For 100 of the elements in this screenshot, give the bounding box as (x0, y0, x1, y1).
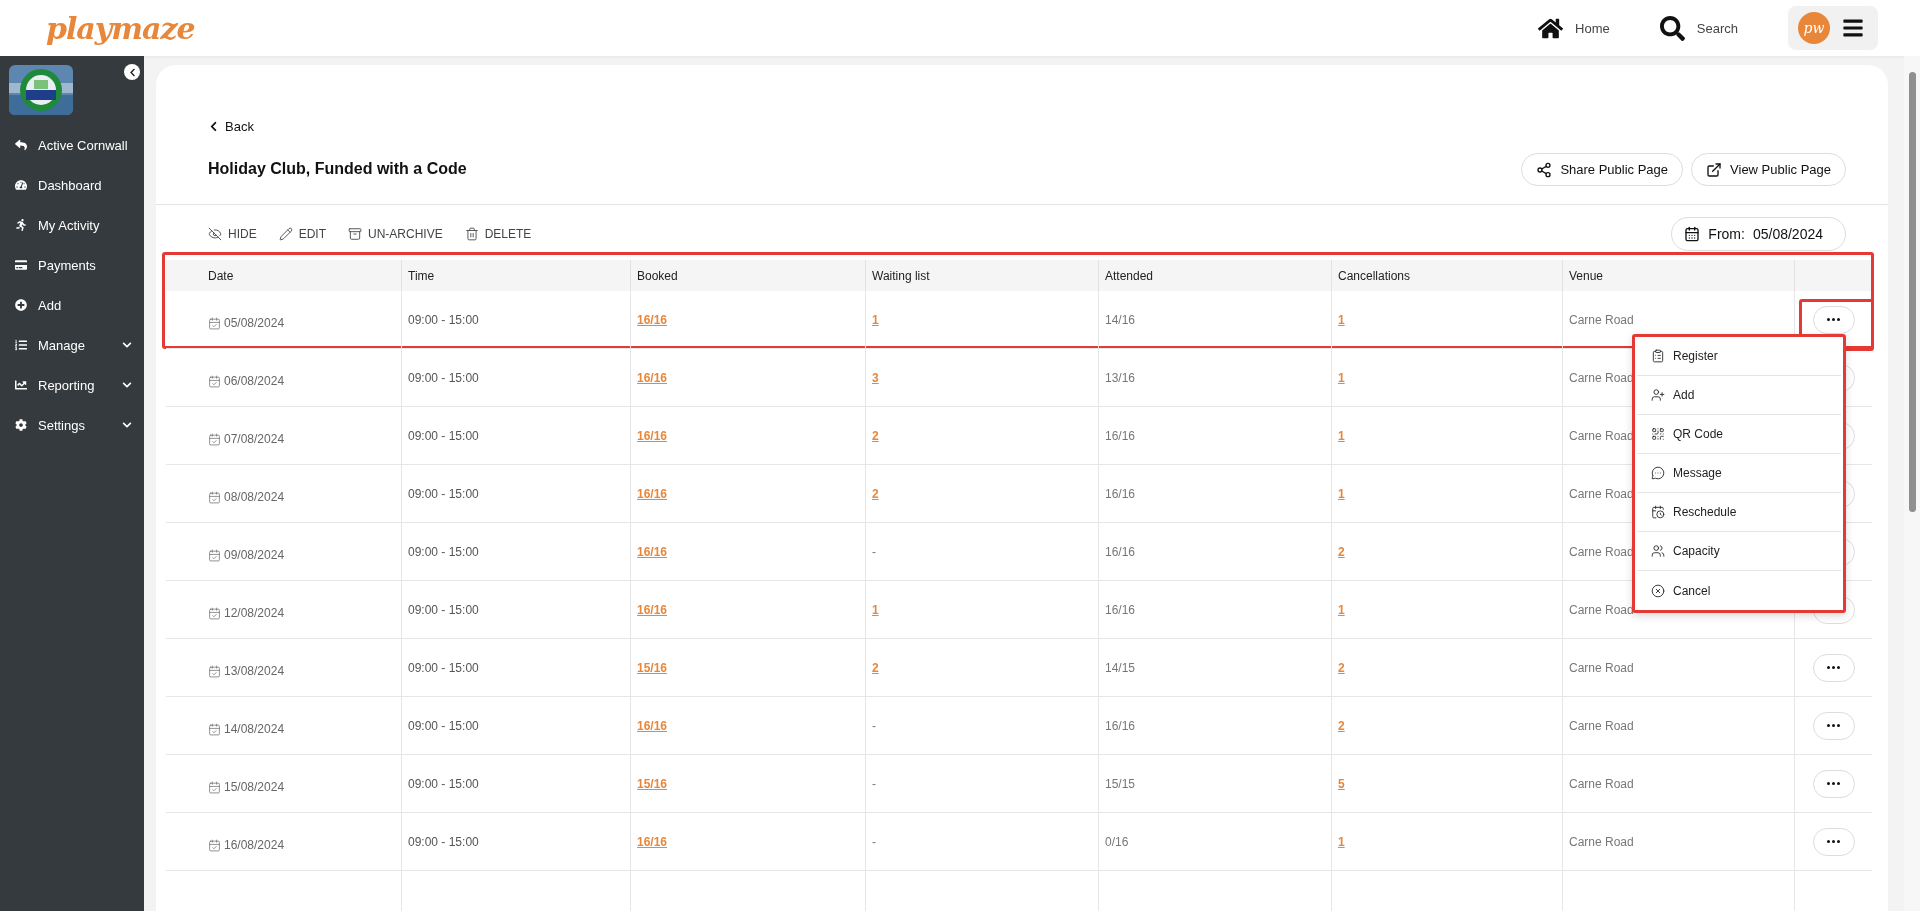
menu-item[interactable]: Message (1637, 454, 1841, 493)
menu-item[interactable]: Capacity (1637, 532, 1841, 571)
table-cell: 14/15 (1105, 660, 1136, 675)
running-person-icon (15, 219, 27, 231)
count-link[interactable]: 16/16 (637, 718, 668, 733)
count-link[interactable]: 2 (872, 428, 879, 443)
count-link[interactable]: 16/16 (637, 602, 668, 617)
nav-link[interactable]: Home (1538, 15, 1610, 41)
count-link[interactable]: 16/16 (637, 486, 668, 501)
menu-item[interactable]: Register (1637, 337, 1841, 376)
column-header: Waiting list (872, 268, 930, 283)
column-header: Attended (1105, 268, 1154, 283)
calendar-icon (208, 664, 221, 678)
count-link[interactable]: 2 (872, 486, 879, 501)
scrollbar[interactable] (1904, 56, 1920, 911)
sidebar-item[interactable]: Active Cornwall (0, 125, 144, 165)
pencil-icon (278, 226, 293, 241)
collapse-button[interactable] (124, 64, 140, 80)
logo[interactable]: playmaze (46, 10, 195, 46)
count-link[interactable]: 2 (872, 660, 879, 675)
count-link[interactable]: 1 (1338, 834, 1345, 849)
chat-bubble-icon (1651, 466, 1665, 480)
menu-item[interactable]: QR Code (1637, 415, 1841, 454)
count-link[interactable]: 15/16 (637, 660, 668, 675)
toolbar-action[interactable]: EDIT (278, 226, 326, 241)
eye-off-icon (208, 226, 222, 241)
column-header: Booked (637, 268, 678, 283)
table-cell: 09:00 - 15:00 (408, 544, 479, 559)
nav-link[interactable]: Search (1659, 15, 1738, 41)
toolbar-action[interactable]: HIDE (208, 226, 257, 241)
date-cell: 09/08/2024 (208, 547, 285, 562)
table-cell: 16/16 (1105, 602, 1136, 617)
count-link[interactable]: 1 (1338, 312, 1345, 327)
more-button[interactable] (1812, 827, 1855, 856)
sidebar-item[interactable]: Dashboard (0, 165, 144, 205)
date-cell: 14/08/2024 (208, 721, 285, 736)
external-link-icon (1706, 161, 1723, 178)
table-cell: 15/15 (1105, 776, 1136, 791)
count-link[interactable]: 1 (1338, 428, 1345, 443)
calendar-icon (208, 374, 221, 388)
calendar-icon (1684, 225, 1701, 242)
avatar: pw (1798, 12, 1830, 44)
table-cell: 16/16 (1105, 544, 1136, 559)
menu-item[interactable]: Cancel (1637, 571, 1841, 610)
table-cell: 09:00 - 15:00 (408, 486, 479, 501)
date-filter[interactable]: From: 05/08/2024 (1671, 216, 1846, 251)
close-circle-icon (1651, 583, 1665, 598)
count-link[interactable]: 2 (1338, 718, 1345, 733)
clipboard-icon (1651, 349, 1665, 363)
more-button[interactable] (1812, 769, 1855, 798)
calendar-icon (208, 490, 221, 504)
chevron-left-icon (127, 67, 137, 77)
more-button[interactable] (1812, 305, 1855, 334)
column-header: Venue (1569, 268, 1604, 283)
table-cell: 09:00 - 15:00 (408, 718, 479, 733)
calendar-clock-icon (1651, 505, 1665, 519)
sidebar-item[interactable]: Manage (0, 325, 144, 365)
toolbar-action[interactable]: DELETE (464, 226, 532, 241)
count-link[interactable]: 1 (872, 312, 879, 327)
count-link[interactable]: 1 (872, 602, 879, 617)
count-link[interactable]: 16/16 (637, 370, 668, 385)
chevron-left-icon (208, 121, 219, 132)
gear-icon (15, 419, 27, 431)
public-page-button[interactable]: Share Public Page (1521, 153, 1684, 186)
calendar-icon (208, 548, 221, 562)
calendar-icon (208, 606, 221, 620)
table-cell: - (872, 718, 876, 733)
count-link[interactable]: 2 (1338, 660, 1345, 675)
count-link[interactable]: 1 (1338, 486, 1345, 501)
sidebar-item[interactable]: My Activity (0, 205, 144, 245)
sidebar-item[interactable]: Add (0, 285, 144, 325)
count-link[interactable]: 5 (1338, 776, 1345, 791)
menu-item[interactable]: Add (1637, 376, 1841, 415)
count-link[interactable]: 2 (1338, 544, 1345, 559)
count-link[interactable]: 16/16 (637, 834, 668, 849)
toolbar-action[interactable]: UN-ARCHIVE (348, 226, 443, 241)
more-button[interactable] (1812, 653, 1855, 682)
more-button[interactable] (1812, 711, 1855, 740)
date-cell: 05/08/2024 (208, 315, 285, 330)
public-page-button[interactable]: View Public Page (1691, 153, 1846, 186)
count-link[interactable]: 16/16 (637, 312, 668, 327)
table-cell: - (872, 834, 876, 849)
sidebar-item[interactable]: Settings (0, 405, 144, 445)
date-cell: 16/08/2024 (208, 837, 285, 852)
sidebar-item[interactable]: Reporting (0, 365, 144, 405)
menu-item[interactable]: Reschedule (1637, 493, 1841, 532)
count-link[interactable]: 16/16 (637, 544, 668, 559)
table-cell: 09:00 - 15:00 (408, 776, 479, 791)
sidebar-item[interactable]: Payments (0, 245, 144, 285)
count-link[interactable]: 1 (1338, 602, 1345, 617)
count-link[interactable]: 3 (872, 370, 879, 385)
table-cell: 0/16 (1105, 834, 1129, 849)
back-link[interactable]: Back (208, 119, 1514, 134)
more-icon (1827, 782, 1840, 785)
calendar-icon (208, 432, 221, 446)
user-menu[interactable]: pw (1788, 6, 1878, 50)
count-link[interactable]: 16/16 (637, 428, 668, 443)
count-link[interactable]: 15/16 (637, 776, 668, 791)
date-cell: 07/08/2024 (208, 431, 285, 446)
count-link[interactable]: 1 (1338, 370, 1345, 385)
